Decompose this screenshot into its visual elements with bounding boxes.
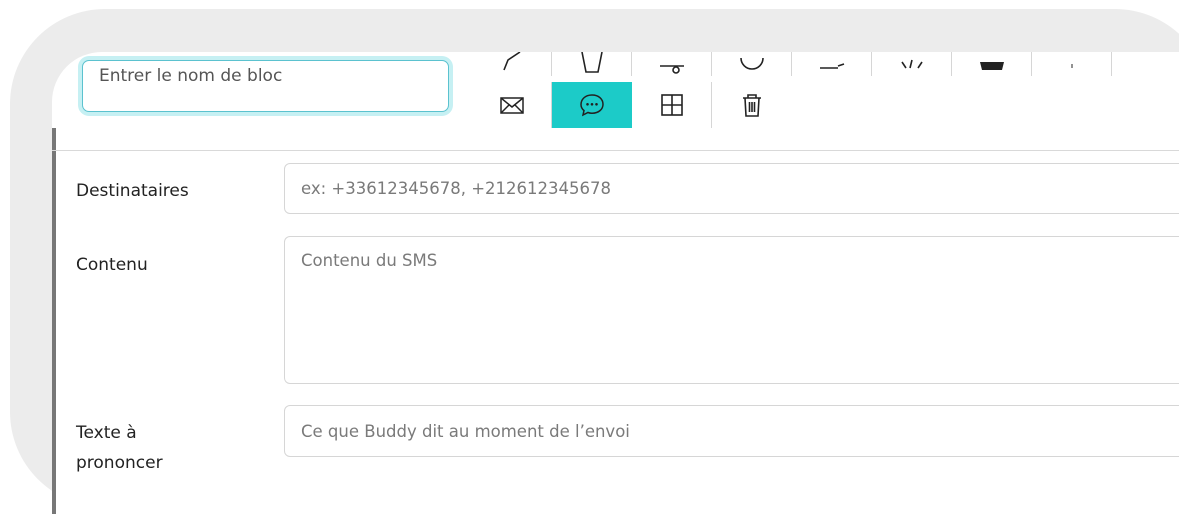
sms-tool-button[interactable] xyxy=(552,82,632,128)
camera-tool-button[interactable] xyxy=(792,52,872,76)
pen-tool-button[interactable] xyxy=(472,52,552,76)
speech-text-label-line2: prononcer xyxy=(76,453,163,473)
camera-icon xyxy=(819,63,844,69)
chat-bubble-icon xyxy=(580,94,604,117)
delete-tool-button[interactable] xyxy=(712,82,792,128)
dot-tool-button[interactable] xyxy=(1032,52,1112,76)
header-divider xyxy=(52,150,1179,151)
pen-icon xyxy=(502,52,520,71)
recipients-label: Destinataires xyxy=(76,181,189,201)
code-icon xyxy=(900,59,923,69)
block-type-toolbar-bottom xyxy=(472,82,792,128)
grid-icon xyxy=(660,94,683,116)
dot-icon xyxy=(1070,64,1073,68)
folder-icon xyxy=(979,62,1004,70)
content-label: Contenu xyxy=(76,255,148,275)
envelope-icon xyxy=(499,97,524,114)
slider-icon xyxy=(659,65,684,74)
block-type-toolbar-top xyxy=(472,52,1112,76)
speech-text-label: Texte à prononcer xyxy=(76,418,163,478)
slider-tool-button[interactable] xyxy=(632,52,712,76)
block-name-input[interactable] xyxy=(82,60,449,112)
folder-tool-button[interactable] xyxy=(952,52,1032,76)
block-accent-bar xyxy=(52,128,56,514)
trash-icon xyxy=(743,94,761,117)
recipients-input[interactable] xyxy=(284,163,1179,214)
code-tool-button[interactable] xyxy=(872,52,952,76)
cup-icon xyxy=(580,52,603,73)
email-tool-button[interactable] xyxy=(472,82,552,128)
speech-text-label-line1: Texte à xyxy=(76,423,137,443)
cup-tool-button[interactable] xyxy=(552,52,632,76)
grid-tool-button[interactable] xyxy=(632,82,712,128)
sms-content-textarea[interactable] xyxy=(284,236,1179,384)
circle-icon xyxy=(739,57,764,70)
circle-tool-button[interactable] xyxy=(712,52,792,76)
speech-text-input[interactable] xyxy=(284,405,1179,457)
sms-block-card: Destinataires Contenu Texte à prononcer xyxy=(52,52,1179,514)
